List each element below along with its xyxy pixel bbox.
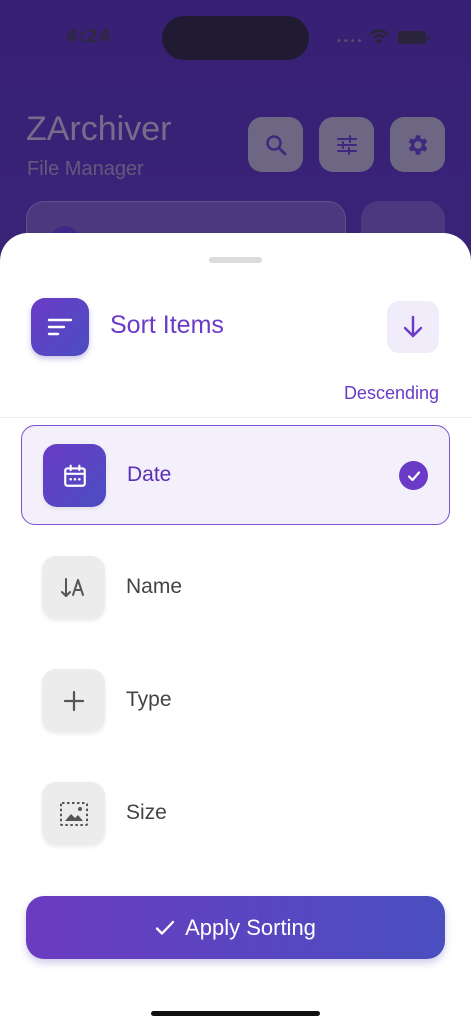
sort-option-label: Name: [126, 575, 183, 598]
sort-order-label: Descending: [343, 383, 439, 403]
plus-icon: [42, 669, 105, 732]
sort-bottom-sheet: Sort Items Descending Date Name Type Siz…: [0, 233, 471, 1024]
sort-lines-icon: [47, 318, 73, 336]
checkmark-icon: [155, 920, 175, 935]
calendar-icon: [43, 444, 106, 507]
sort-option-type[interactable]: Type: [21, 651, 450, 751]
sort-option-label: Type: [126, 688, 172, 711]
sort-option-label: Date: [127, 463, 172, 486]
sort-header-icon: [31, 298, 89, 356]
checkmark-icon: [399, 461, 428, 490]
home-indicator[interactable]: [151, 1011, 320, 1016]
photo-size-icon: [42, 782, 105, 845]
sort-order-toggle-button[interactable]: [387, 301, 439, 353]
sort-option-name[interactable]: Name: [21, 538, 450, 638]
apply-sorting-label: Apply Sorting: [185, 914, 316, 940]
arrow-down-icon: [403, 315, 423, 338]
sheet-title: Sort Items: [110, 311, 224, 339]
sheet-grabber[interactable]: [209, 257, 262, 263]
divider: [0, 417, 471, 418]
apply-sorting-button[interactable]: Apply Sorting: [26, 896, 445, 959]
sort-option-label: Size: [126, 801, 167, 824]
sort-option-size[interactable]: Size: [21, 764, 450, 864]
sort-alpha-icon: [42, 556, 105, 619]
sort-option-date[interactable]: Date: [21, 425, 450, 525]
